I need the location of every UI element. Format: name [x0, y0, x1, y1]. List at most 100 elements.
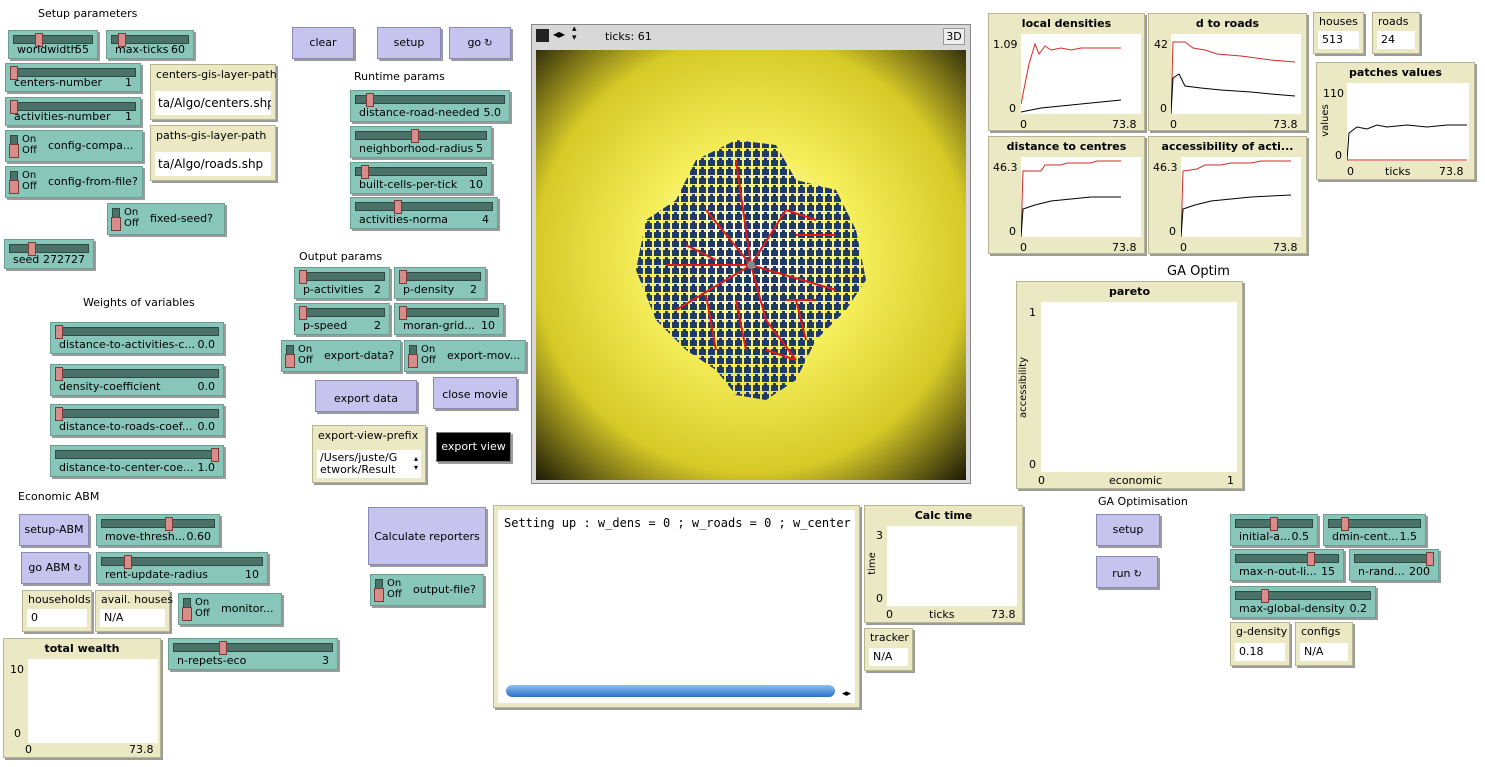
built-cells-per-tick-slider[interactable]: built-cells-per-tick 10 [350, 162, 492, 194]
input-value[interactable]: ta/Algo/centers.shp [155, 91, 271, 115]
density-coefficient-slider[interactable]: density-coefficient 0.0 [50, 364, 224, 396]
ga-setup-button[interactable]: setup [1096, 514, 1160, 546]
export-data-button[interactable]: export data [315, 380, 417, 412]
slider-thumb[interactable] [299, 306, 307, 320]
config-from-file-switch[interactable]: On Off config-from-file? [5, 166, 143, 198]
slider-value: 2 [374, 319, 381, 332]
scroll-arrows-icon[interactable]: ▴ ▾ [414, 454, 418, 472]
input-value[interactable]: /Users/juste/G etwork/Result [317, 450, 421, 478]
neighborhood-radius-slider[interactable]: neighborhood-radius 5 [350, 126, 492, 158]
slider-value: 0.0 [197, 380, 216, 393]
slider-value: 1.0 [197, 461, 216, 474]
activities-number-slider[interactable]: activities-number 1 [5, 97, 141, 126]
max-ticks-slider[interactable]: max-ticks 60 [106, 30, 194, 59]
distance-to-center-slider[interactable]: distance-to-center-coe... 1.0 [50, 445, 224, 477]
slider-thumb[interactable] [55, 325, 63, 339]
monitor-switch[interactable]: On Off monitor... [178, 593, 282, 625]
p-activities-slider[interactable]: p-activities 2 [294, 267, 390, 299]
switch-on-label: On [298, 344, 313, 355]
export-view-button[interactable]: export view [436, 432, 511, 462]
slider-thumb[interactable] [164, 517, 173, 531]
ga-optim-label: GA Optim [1167, 264, 1230, 279]
rent-update-radius-slider[interactable]: rent-update-radius 10 [96, 552, 268, 584]
slider-thumb[interactable] [124, 555, 133, 569]
setup-button[interactable]: setup [377, 27, 441, 59]
slider-thumb[interactable] [399, 270, 407, 284]
input-label: paths-gis-layer-path [156, 129, 267, 142]
max-n-out-li-slider[interactable]: max-n-out-li... 15 [1230, 549, 1344, 581]
dmin-cent-slider[interactable]: dmin-cent... 1.5 [1323, 514, 1426, 546]
paths-gis-layer-path-input[interactable]: paths-gis-layer-path ta/Algo/roads.shp [150, 125, 276, 181]
n-repets-eco-slider[interactable]: n-repets-eco 3 [168, 638, 338, 670]
slider-thumb[interactable] [1307, 552, 1315, 566]
switch-on-label: On [195, 597, 210, 608]
output-file-switch[interactable]: On Off output-file? [370, 574, 484, 606]
distance-to-roads-slider[interactable]: distance-to-roads-coef... 0.0 [50, 404, 224, 436]
slider-label: rent-update-radius [105, 568, 209, 581]
slider-thumb[interactable] [1340, 517, 1349, 531]
seed-slider[interactable]: seed 272727 [4, 239, 94, 269]
distance-road-needed-slider[interactable]: distance-road-needed 5.0 [350, 90, 510, 122]
close-movie-button[interactable]: close movie [433, 377, 517, 409]
scroll-arrows-icon[interactable]: ◂▸ [842, 689, 851, 699]
slider-thumb[interactable] [1260, 589, 1269, 603]
horizontal-scrollbar[interactable] [506, 685, 835, 697]
series-lines [1171, 41, 1296, 114]
centers-gis-layer-path-input[interactable]: centers-gis-layer-path ta/Algo/centers.sh… [150, 64, 277, 120]
output-area[interactable]: Setting up : w_dens = 0 ; w_roads = 0 ; … [493, 505, 860, 708]
3d-view-button[interactable]: 3D [943, 28, 965, 45]
calculate-reporters-button[interactable]: Calculate reporters [368, 507, 486, 565]
moran-grid-slider[interactable]: moran-grid... 10 [394, 303, 504, 335]
initial-a-slider[interactable]: initial-a... 0.5 [1230, 514, 1318, 546]
distance-to-activities-slider[interactable]: distance-to-activities-c... 0.0 [50, 322, 224, 354]
plot-title: d to roads [1195, 17, 1260, 30]
slider-thumb[interactable] [410, 129, 419, 143]
slider-thumb[interactable] [211, 448, 219, 462]
slider-thumb[interactable] [1270, 517, 1278, 531]
slider-thumb[interactable] [399, 306, 407, 320]
worldwidth-slider[interactable]: worldwidth 55 [8, 30, 98, 59]
max-global-density-slider[interactable]: max-global-density 0.2 [1230, 586, 1376, 618]
slider-thumb[interactable] [218, 641, 227, 655]
move-thresh-slider[interactable]: move-thresh... 0.60 [96, 514, 220, 546]
export-view-prefix-input[interactable]: export-view-prefix /Users/juste/G etwork/… [312, 425, 426, 483]
setup-abm-button[interactable]: setup-ABM [19, 514, 89, 546]
slider-thumb[interactable] [361, 165, 370, 179]
slider-label: p-density [403, 283, 455, 296]
x-min-label: 0 [1347, 165, 1354, 178]
y-min-label: 0 [1009, 225, 1016, 238]
arrows-horizontal-icon[interactable]: ◂▸ [553, 27, 565, 41]
config-compa-switch[interactable]: On Off config-compa... [5, 130, 143, 162]
activities-norma-slider[interactable]: activities-norma 4 [350, 197, 498, 229]
export-mov-switch[interactable]: On Off export-mov... [404, 340, 526, 372]
g-density-monitor: g-density 0.18 [1230, 622, 1290, 666]
resize-icon[interactable] [536, 29, 549, 42]
p-density-slider[interactable]: p-density 2 [394, 267, 486, 299]
export-data-switch[interactable]: On Off export-data? [281, 340, 401, 372]
ga-run-button[interactable]: run ↻ [1096, 556, 1158, 588]
centers-number-slider[interactable]: centers-number 1 [5, 63, 141, 92]
world-view[interactable]: ◂▸ ▴ ▾ ticks: 61 3D [531, 24, 971, 484]
output-text-area[interactable]: Setting up : w_dens = 0 ; w_roads = 0 ; … [498, 510, 855, 703]
x-min-label: 0 [1180, 241, 1187, 254]
clear-button[interactable]: clear [292, 27, 354, 59]
slider-thumb[interactable] [55, 367, 63, 381]
n-rand-slider[interactable]: n-rand... 200 [1349, 549, 1439, 581]
slider-thumb[interactable] [366, 93, 375, 107]
button-label: Calculate reporters [374, 530, 480, 543]
switch-label: config-compa... [48, 139, 134, 152]
weights-of-variables-label: Weights of variables [83, 296, 195, 309]
input-value[interactable]: ta/Algo/roads.shp [155, 152, 271, 176]
go-button[interactable]: go ↻ [449, 27, 511, 59]
slider-thumb[interactable] [299, 270, 307, 284]
slider-thumb[interactable] [394, 200, 402, 214]
slider-value: 0.5 [1291, 530, 1310, 543]
go-abm-button[interactable]: go ABM ↻ [21, 552, 89, 584]
slider-thumb[interactable] [1426, 552, 1434, 566]
fixed-seed-switch[interactable]: On Off fixed-seed? [107, 203, 225, 235]
monitor-value: 0 [27, 609, 87, 627]
p-speed-slider[interactable]: p-speed 2 [294, 303, 390, 335]
slider-thumb[interactable] [55, 407, 63, 421]
arrows-vertical-icon[interactable]: ▴ ▾ [572, 25, 577, 43]
roads-monitor: roads 24 [1372, 12, 1420, 54]
